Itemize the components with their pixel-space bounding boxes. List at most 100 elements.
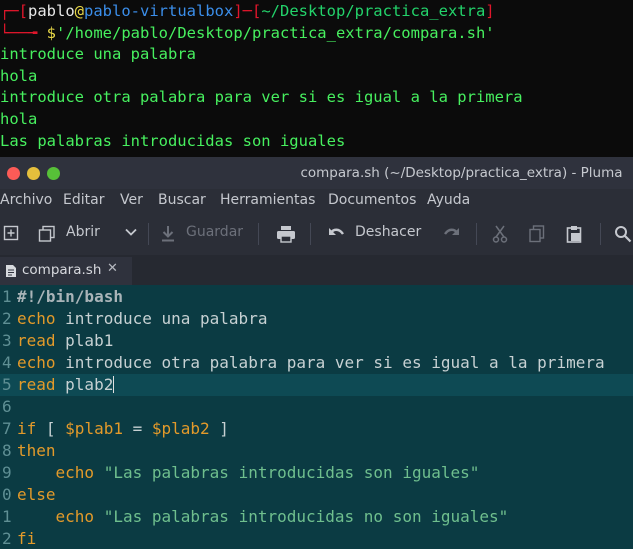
line-number: 1 bbox=[2, 287, 12, 306]
undo-button-label[interactable]: Deshacer bbox=[355, 224, 421, 240]
terminal-output-line: Las palabras introducidas son iguales bbox=[0, 131, 346, 150]
undo-button[interactable] bbox=[328, 225, 346, 245]
code-line[interactable]: 8 then bbox=[0, 440, 633, 462]
toolbar: Abrir Guardar Deshacer bbox=[0, 213, 633, 255]
open-button-label[interactable]: Abrir bbox=[66, 224, 100, 240]
terminal-output: ┌─[pablo@pablo-virtualbox]─[~/Desktop/pr… bbox=[0, 0, 633, 157]
code-line[interactable]: 9 echo "Las palabras introducidas son ig… bbox=[0, 462, 633, 484]
terminal-output-line: introduce una palabra bbox=[0, 45, 196, 64]
print-button[interactable] bbox=[276, 225, 296, 247]
menu-documentos[interactable]: Documentos bbox=[328, 192, 416, 208]
toolbar-separator bbox=[148, 223, 149, 245]
window-title: compara.sh (~/Desktop/practica_extra) - … bbox=[300, 165, 623, 181]
chevron-down-icon bbox=[125, 228, 137, 236]
line-number: 0 bbox=[2, 485, 12, 504]
close-icon[interactable]: ✕ bbox=[107, 261, 118, 276]
code-text: read plab1 bbox=[17, 330, 113, 352]
prompt-symbol: $ bbox=[46, 23, 57, 42]
code-text: echo introduce otra palabra para ver si … bbox=[17, 352, 605, 374]
code-token: $plab1 bbox=[65, 419, 123, 438]
tab-compara-sh[interactable]: compara.sh ✕ bbox=[0, 257, 132, 285]
code-token: introduce una palabra bbox=[55, 309, 268, 328]
code-token: read bbox=[17, 331, 56, 350]
code-token: $plab2 bbox=[151, 419, 210, 438]
code-text: echo "Las palabras introducidas no son i… bbox=[17, 506, 509, 528]
line-number: 5 bbox=[2, 375, 12, 394]
open-button[interactable] bbox=[38, 225, 56, 247]
code-editor[interactable]: 1 #!/bin/bash 2 echo introduce una palabra 3… bbox=[0, 285, 633, 549]
paste-button[interactable] bbox=[566, 225, 582, 247]
code-text: echo "Las palabras introducidas son igua… bbox=[17, 462, 480, 484]
terminal-command: '/home/pablo/Desktop/practica_extra/comp… bbox=[56, 23, 495, 42]
menu-herramientas[interactable]: Herramientas bbox=[220, 192, 315, 208]
code-token: echo bbox=[55, 507, 95, 526]
copy-button[interactable] bbox=[529, 225, 545, 247]
window-titlebar[interactable]: compara.sh (~/Desktop/practica_extra) - … bbox=[0, 157, 633, 189]
tab-label: compara.sh bbox=[22, 262, 102, 278]
text-cursor bbox=[113, 376, 115, 393]
printer-icon bbox=[277, 226, 295, 243]
code-text: #!/bin/bash bbox=[17, 286, 123, 308]
line-number: 2 bbox=[2, 529, 12, 548]
code-text: echo introduce una palabra bbox=[17, 308, 267, 330]
line-number: 8 bbox=[2, 441, 12, 460]
prompt-user: pablo bbox=[28, 2, 75, 20]
prompt-path: ~/Desktop/practica_extra bbox=[261, 2, 486, 20]
code-token: if bbox=[17, 419, 37, 438]
code-line[interactable]: 4 echo introduce otra palabra para ver si… bbox=[0, 352, 633, 374]
cut-button[interactable] bbox=[492, 225, 508, 247]
code-line[interactable]: 7 if [ $plab1 = $plab2 ] bbox=[0, 418, 633, 440]
new-document-icon bbox=[3, 225, 19, 241]
code-token: then bbox=[17, 441, 56, 460]
open-documents-icon bbox=[38, 225, 55, 242]
code-line[interactable]: 6 bbox=[0, 396, 633, 418]
code-token: fi bbox=[17, 529, 37, 548]
code-token: = bbox=[122, 419, 152, 438]
code-line[interactable]: 1 echo "Las palabras introducidas no son… bbox=[0, 506, 633, 528]
code-line[interactable]: 2 fi bbox=[0, 528, 633, 549]
code-line[interactable]: 0 else bbox=[0, 484, 633, 506]
save-button[interactable] bbox=[160, 225, 176, 247]
code-token: ] bbox=[209, 419, 229, 438]
code-token: read bbox=[17, 375, 56, 394]
prompt-close: ] bbox=[485, 2, 495, 20]
code-token: introduce otra palabra para ver si es ig… bbox=[55, 353, 605, 372]
menu-buscar[interactable]: Buscar bbox=[158, 192, 206, 208]
code-token: plab2 bbox=[55, 375, 114, 394]
code-line[interactable]: 2 echo introduce una palabra bbox=[0, 308, 633, 330]
menu-editar[interactable]: Editar bbox=[63, 192, 104, 208]
terminal-output-line: hola bbox=[0, 109, 38, 128]
code-token: plab1 bbox=[55, 331, 114, 350]
line-number: 4 bbox=[2, 353, 12, 372]
toolbar-separator bbox=[310, 223, 311, 245]
code-line[interactable]: 3 read plab1 bbox=[0, 330, 633, 352]
prompt-line-2: └──╼ $'/home/pablo/Desktop/practica_extr… bbox=[0, 23, 633, 45]
menu-ayuda[interactable]: Ayuda bbox=[427, 192, 470, 208]
code-line[interactable]: 5 read plab2 bbox=[0, 374, 633, 396]
code-token: #!/bin/bash bbox=[17, 287, 123, 306]
line-number: 1 bbox=[2, 507, 12, 526]
prompt-line2-prefix: └──╼ bbox=[0, 23, 47, 42]
prompt-open: ┌─[ bbox=[0, 2, 28, 20]
code-line[interactable]: 1 #!/bin/bash bbox=[0, 286, 633, 308]
open-recent-dropdown[interactable] bbox=[124, 225, 138, 243]
code-token: "Las palabras introducidas no son iguale… bbox=[103, 507, 509, 526]
terminal-output-line: introduce otra palabra para ver si es ig… bbox=[0, 88, 523, 107]
search-button[interactable] bbox=[614, 225, 632, 247]
toolbar-separator bbox=[258, 223, 259, 245]
scissors-icon bbox=[492, 225, 508, 243]
line-number: 7 bbox=[2, 419, 12, 438]
redo-button[interactable] bbox=[442, 225, 460, 245]
save-button-label[interactable]: Guardar bbox=[186, 224, 243, 240]
code-token: echo bbox=[55, 463, 95, 482]
prompt-line-1: ┌─[pablo@pablo-virtualbox]─[~/Desktop/pr… bbox=[0, 1, 633, 23]
menu-archivo[interactable]: Archivo bbox=[0, 192, 52, 208]
code-token: echo bbox=[17, 309, 56, 328]
menu-ver[interactable]: Ver bbox=[120, 192, 143, 208]
new-document-button[interactable] bbox=[3, 225, 19, 245]
code-text: read plab2 bbox=[17, 374, 115, 396]
toolbar-separator bbox=[476, 223, 477, 245]
pluma-window: compara.sh (~/Desktop/practica_extra) - … bbox=[0, 157, 633, 549]
